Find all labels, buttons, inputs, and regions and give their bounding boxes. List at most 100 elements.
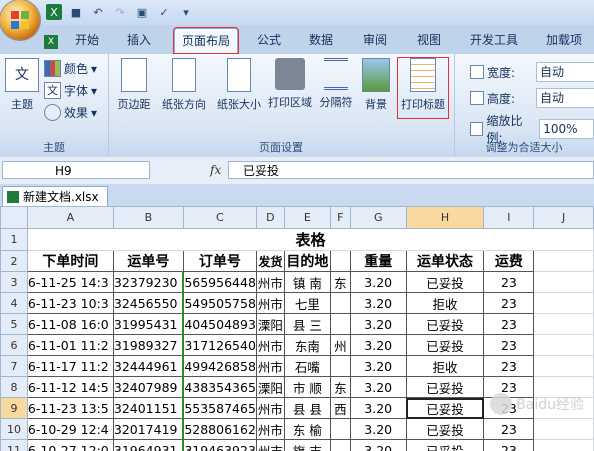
cell-status[interactable]: 拒收 (405, 292, 485, 314)
row-header-10[interactable]: 10 (0, 418, 28, 440)
row-header-3[interactable]: 3 (0, 271, 28, 293)
cell-order-time[interactable]: 6-11-01 11:2 (26, 334, 114, 356)
cell-origin[interactable]: 州市 (255, 292, 285, 314)
cell-origin[interactable]: 州市 (255, 418, 285, 440)
tab-review[interactable]: 审阅 (354, 28, 396, 52)
cell-empty[interactable] (533, 313, 594, 335)
cell-waybill-no[interactable]: 32379230 (112, 271, 184, 293)
cell-destination-cont[interactable] (329, 355, 351, 377)
cell-destination-cont[interactable] (329, 418, 351, 440)
column-header-j[interactable]: J (533, 206, 594, 229)
cell-order-no[interactable]: 549505758 (182, 292, 257, 314)
row-header-7[interactable]: 7 (0, 355, 28, 377)
cell-destination[interactable]: 市 顺 (283, 376, 331, 398)
cell-order-time[interactable]: 6-11-12 14:5 (26, 376, 114, 398)
spelling-icon[interactable]: ✓ (156, 4, 172, 20)
cell-fee[interactable]: 23 (483, 292, 535, 314)
header-order-time[interactable]: 下单时间 (26, 250, 114, 272)
cell-origin[interactable]: 州市 (255, 439, 285, 451)
cell-destination[interactable]: 县 县 (283, 397, 331, 419)
cell-waybill-no[interactable]: 31989327 (112, 334, 184, 356)
cell-status[interactable]: 已妥投 (405, 397, 485, 419)
formula-input[interactable]: 已妥投 (228, 161, 594, 179)
header-origin[interactable]: 发货 (255, 250, 285, 272)
row-header-11[interactable]: 11 (0, 439, 28, 451)
row-header-5[interactable]: 5 (0, 313, 28, 335)
orientation-button[interactable]: 纸张方向 (158, 58, 210, 112)
cell-destination[interactable]: 县 三 (283, 313, 331, 335)
theme-effects-button[interactable]: 效果 ▾ (44, 104, 97, 121)
cell-destination[interactable]: 七里 (283, 292, 331, 314)
cell-empty[interactable] (533, 271, 594, 293)
cell-weight[interactable]: 3.20 (349, 376, 407, 398)
cell-destination-cont[interactable]: 东 (329, 376, 351, 398)
cell-order-no[interactable]: 528806162 (182, 418, 257, 440)
cell-fee[interactable]: 23 (483, 355, 535, 377)
cell-order-no[interactable]: 438354365 (182, 376, 257, 398)
cell-weight[interactable]: 3.20 (349, 397, 407, 419)
print-area-button[interactable]: 打印区域 (264, 58, 316, 110)
spreadsheet-grid[interactable]: A B C D E F G H I J 1 表格 2 下单时间 运单号 订单号 发货 目的地 重量 运单状态 运费 3 6-… (0, 206, 594, 451)
print-titles-button[interactable]: 打印标题 (397, 57, 449, 119)
sheet-title[interactable]: 表格 (26, 228, 594, 251)
cell-order-no[interactable]: 553587465 (182, 397, 257, 419)
cell-status[interactable]: 已妥投 (405, 313, 485, 335)
cell-weight[interactable]: 3.20 (349, 334, 407, 356)
cell-empty[interactable] (533, 250, 594, 272)
tab-add-ins[interactable]: 加载项 (538, 28, 590, 52)
cell-order-time[interactable]: 6-11-25 14:3 (26, 271, 114, 293)
cell-fee[interactable]: 23 (483, 334, 535, 356)
office-button[interactable] (0, 0, 40, 40)
cell-order-no[interactable]: 317126540 (182, 334, 257, 356)
cell-empty[interactable] (533, 418, 594, 440)
cell-empty[interactable] (533, 334, 594, 356)
row-header-9[interactable]: 9 (0, 397, 28, 419)
tab-home[interactable]: 开始 (66, 28, 108, 52)
cell-origin[interactable]: 州市 (255, 271, 285, 293)
cell-order-no[interactable]: 565956448 (182, 271, 257, 293)
cell-order-time[interactable]: 6-11-23 10:3 (26, 292, 114, 314)
column-header-i[interactable]: I (483, 206, 535, 229)
row-header-6[interactable]: 6 (0, 334, 28, 356)
tab-data[interactable]: 数据 (300, 28, 342, 52)
cell-waybill-no[interactable]: 32444961 (112, 355, 184, 377)
row-header-8[interactable]: 8 (0, 376, 28, 398)
cell-waybill-no[interactable]: 31964931 (112, 439, 184, 451)
cell-destination-cont[interactable]: 州 (329, 334, 351, 356)
cell-order-no[interactable]: 404504893 (182, 313, 257, 335)
row-header-1[interactable]: 1 (0, 228, 28, 251)
tab-developer[interactable]: 开发工具 (462, 28, 526, 52)
cell-origin[interactable]: 溧阳 (255, 376, 285, 398)
select-all-corner[interactable] (0, 206, 28, 229)
name-box[interactable]: H9 (2, 161, 150, 179)
cell-status[interactable]: 已妥投 (405, 439, 485, 451)
header-blank[interactable] (329, 250, 351, 272)
header-weight[interactable]: 重量 (349, 250, 407, 272)
cell-waybill-no[interactable]: 32407989 (112, 376, 184, 398)
cell-order-time[interactable]: 6-11-23 13:5 (26, 397, 114, 419)
column-header-a[interactable]: A (26, 206, 114, 229)
cell-weight[interactable]: 3.20 (349, 313, 407, 335)
column-header-b[interactable]: B (112, 206, 184, 229)
breaks-button[interactable]: 分隔符 (316, 58, 356, 110)
cell-order-time[interactable]: 6-11-08 16:0 (26, 313, 114, 335)
header-status[interactable]: 运单状态 (405, 250, 485, 272)
column-header-d[interactable]: D (255, 206, 285, 229)
column-header-e[interactable]: E (283, 206, 331, 229)
cell-fee[interactable]: 23 (483, 418, 535, 440)
cell-empty[interactable] (533, 355, 594, 377)
cell-destination-cont[interactable] (329, 292, 351, 314)
cell-order-no[interactable]: 499426858 (182, 355, 257, 377)
header-order-no[interactable]: 订单号 (182, 250, 257, 272)
cell-waybill-no[interactable]: 32017419 (112, 418, 184, 440)
cell-weight[interactable]: 3.20 (349, 292, 407, 314)
cell-status[interactable]: 已妥投 (405, 271, 485, 293)
cell-destination[interactable]: 东南 (283, 334, 331, 356)
cell-order-time[interactable]: 6-10-29 12:4 (26, 418, 114, 440)
width-dropdown[interactable]: 自动 (536, 62, 594, 82)
cell-status[interactable]: 已妥投 (405, 418, 485, 440)
cell-fee[interactable]: 23 (483, 271, 535, 293)
themes-button[interactable]: 文 主题 (4, 58, 40, 112)
print-preview-icon[interactable]: ▣ (134, 4, 150, 20)
redo-icon[interactable]: ↷ (112, 4, 128, 20)
